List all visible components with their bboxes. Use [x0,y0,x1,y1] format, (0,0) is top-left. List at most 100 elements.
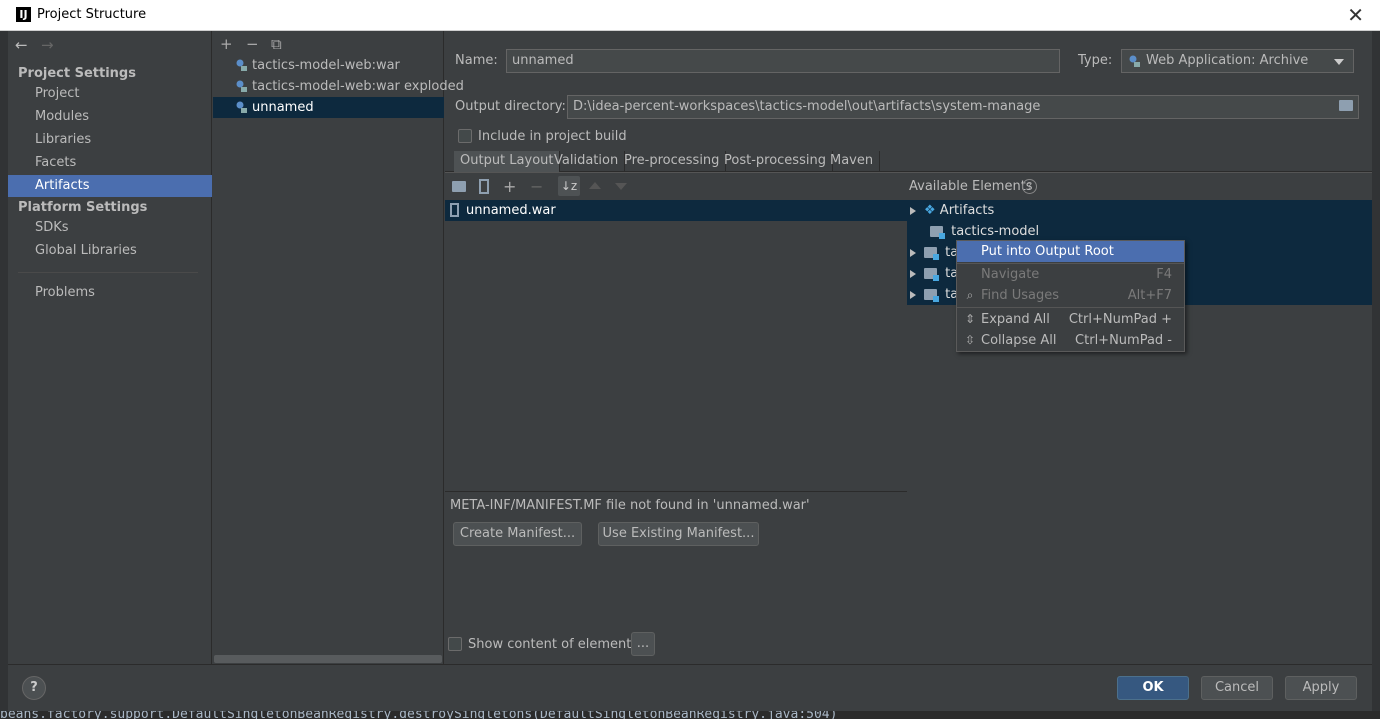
chevron-down-icon [1334,59,1344,65]
show-content-label: Show content of elements [468,637,639,652]
intellij-logo-icon: IJ [16,7,31,22]
artifacts-horizontal-scrollbar[interactable] [214,655,442,663]
manifest-message: META-INF/MANIFEST.MF file not found in '… [450,498,810,513]
add-artifact-icon[interactable]: + [220,35,233,53]
available-elements-title: Available Elements [909,179,1033,194]
remove-element-icon[interactable]: − [530,177,543,196]
expand-arrow-icon[interactable] [910,290,916,299]
menu-item-shortcut: F4 [1156,267,1172,282]
menu-item-label: Find Usages [981,288,1060,303]
background-editor-strip-left [0,31,8,711]
collapse-all-icon: ⇳ [964,333,976,347]
use-existing-manifest-button[interactable]: Use Existing Manifest... [598,522,759,546]
add-element-icon[interactable]: + [503,177,516,196]
available-item-label: Artifacts [939,203,995,218]
title-bar: IJ Project Structure ✕ [0,0,1380,31]
name-label: Name: [455,53,498,68]
module-folder-icon [930,226,945,239]
forward-arrow-icon[interactable]: → [41,36,54,54]
new-directory-icon[interactable] [452,181,466,192]
platform-settings-heading: Platform Settings [18,200,148,215]
ok-button[interactable]: OK [1117,676,1189,700]
apply-button[interactable]: Apply [1285,676,1357,700]
manifest-separator [445,491,907,492]
move-up-icon[interactable] [589,182,601,189]
menu-separator [957,307,1184,308]
available-item-module[interactable]: ta [910,242,958,263]
nav-item-global-libraries[interactable]: Global Libraries [8,240,212,262]
create-manifest-button[interactable]: Create Manifest... [453,522,582,546]
sort-elements-icon[interactable]: ↓z [558,176,580,196]
nav-item-problems[interactable]: Problems [8,282,212,304]
copy-artifact-icon[interactable]: ⧉ [271,35,282,53]
show-content-checkbox[interactable] [448,637,462,651]
web-artifact-icon [236,101,247,113]
web-artifact-icon [236,80,247,92]
artifacts-icon: ❖ [924,203,936,218]
tab-maven[interactable]: Maven [824,151,881,172]
artifact-item-selected[interactable]: unnamed [213,97,444,118]
artifact-item[interactable]: tactics-model-web:war [213,55,444,76]
back-arrow-icon[interactable]: ← [15,36,28,54]
menu-item-collapse-all[interactable]: ⇳ Collapse All Ctrl+NumPad - [957,330,1184,351]
nav-item-modules[interactable]: Modules [8,106,212,128]
archive-icon [450,203,459,217]
tab-validation[interactable]: Validation [548,151,626,172]
expand-arrow-icon[interactable] [910,248,916,257]
available-item-module[interactable]: ta [910,263,958,284]
menu-item-find-usages[interactable]: ⌕ Find Usages Alt+F7 [957,285,1184,306]
available-item-module[interactable]: ta [910,284,958,305]
browse-folder-icon[interactable] [1339,100,1353,111]
cancel-button[interactable]: Cancel [1201,676,1273,700]
artifact-item[interactable]: tactics-model-web:war exploded [213,76,464,97]
available-item-artifacts[interactable]: ❖ Artifacts [910,200,994,221]
move-down-icon[interactable] [615,183,627,190]
nav-item-libraries[interactable]: Libraries [8,129,212,151]
menu-item-label: Navigate [981,267,1040,282]
tab-output-layout[interactable]: Output Layout [454,151,561,172]
include-in-build-checkbox[interactable] [458,129,472,143]
artifact-label: tactics-model-web:war exploded [252,79,464,94]
nav-item-artifacts[interactable]: Artifacts [8,175,212,197]
nav-item-facets[interactable]: Facets [8,152,212,174]
new-archive-icon[interactable] [479,179,489,194]
module-folder-icon [924,289,939,302]
tab-post-processing[interactable]: Post-processing [718,151,833,172]
artifact-label: tactics-model-web:war [252,58,400,73]
remove-artifact-icon[interactable]: − [246,35,259,53]
menu-item-shortcut: Ctrl+NumPad + [1068,312,1172,327]
type-select[interactable]: Web Application: Archive [1121,49,1354,73]
menu-item-navigate[interactable]: Navigate F4 [957,264,1184,285]
help-icon[interactable]: ? [1022,179,1037,194]
module-folder-icon [924,268,939,281]
expand-arrow-icon[interactable] [910,269,916,278]
module-folder-icon [924,247,939,260]
expand-arrow-icon[interactable] [910,206,916,215]
close-icon[interactable]: ✕ [1347,3,1364,27]
nav-separator [18,272,198,273]
show-content-options-button[interactable]: ... [631,632,655,656]
menu-item-expand-all[interactable]: ⇕ Expand All Ctrl+NumPad + [957,309,1184,330]
available-item-label: tactics-model [951,224,1040,239]
menu-item-label: Collapse All [981,333,1057,348]
context-menu: Put into Output Root Navigate F4 ⌕ Find … [956,240,1185,352]
output-directory-input[interactable]: D:\idea-percent-workspaces\tactics-model… [567,95,1359,119]
help-button[interactable]: ? [22,676,46,700]
name-input[interactable]: unnamed [506,49,1060,73]
web-artifact-icon [1129,55,1140,67]
type-label: Type: [1078,53,1113,68]
nav-item-sdks[interactable]: SDKs [8,217,212,239]
include-in-build-label: Include in project build [478,129,627,144]
window-title: Project Structure [37,7,147,22]
search-icon: ⌕ [966,288,974,302]
menu-item-put-into-output-root[interactable]: Put into Output Root [957,241,1184,262]
console-output-line: beans.factory.support.DefaultSingletonBe… [0,711,1380,719]
nav-item-project[interactable]: Project [8,83,212,105]
web-artifact-icon [236,59,247,71]
menu-item-shortcut: Ctrl+NumPad - [1075,333,1172,348]
available-item-module[interactable]: tactics-model [930,221,1039,242]
background-editor-strip-right [1372,31,1380,711]
artifacts-panel [213,31,444,664]
tab-pre-processing[interactable]: Pre-processing [618,151,727,172]
output-root-item[interactable]: unnamed.war [445,200,907,221]
